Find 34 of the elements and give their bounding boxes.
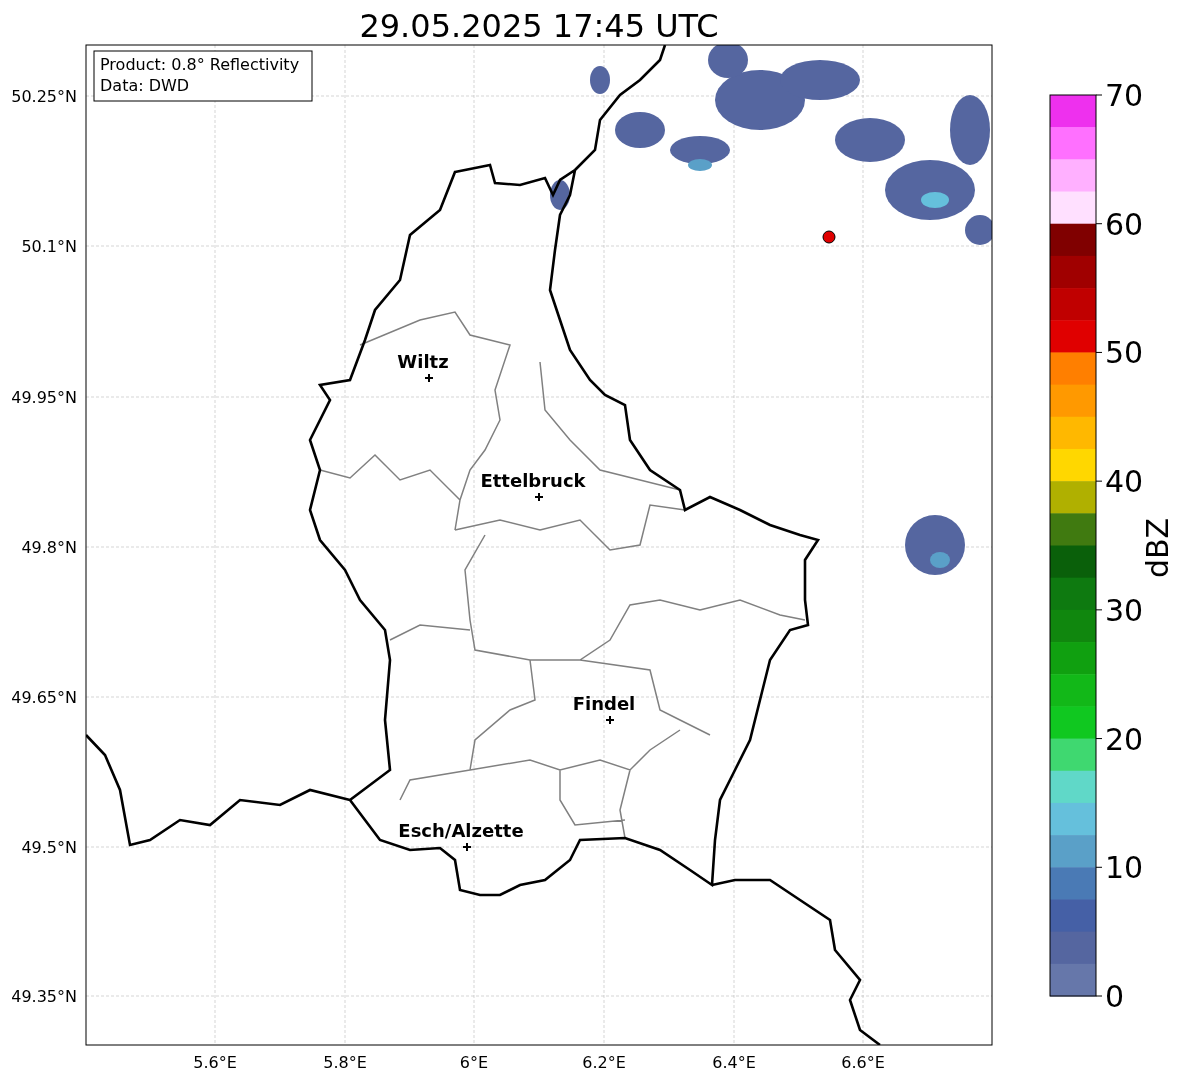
latitude-label: 49.5°N (21, 838, 77, 857)
latitude-label: 49.65°N (11, 688, 77, 707)
longitude-label: 6.2°E (582, 1053, 626, 1072)
colorbar-tick-label: 20 (1105, 721, 1144, 757)
longitude-label: 6°E (459, 1053, 489, 1072)
city-marker-icon (424, 373, 434, 383)
longitude-label: 5.6°E (193, 1053, 237, 1072)
info-text: Data: DWD (100, 76, 190, 95)
colorbar-tick-label: 40 (1105, 464, 1144, 500)
info-text: Product: 0.8° Reflectivity (100, 55, 300, 74)
longitude-label: 6.4°E (712, 1053, 756, 1072)
colorbar-tick-label: 10 (1105, 850, 1144, 886)
colorbar-tick-label: 30 (1105, 592, 1144, 628)
latitude-label: 49.8°N (21, 538, 77, 557)
city-label: Ettelbruck (480, 470, 586, 491)
colorbar-tick-label: 60 (1105, 206, 1144, 242)
city-marker-icon (462, 842, 472, 852)
colorbar-tick-label: 0 (1105, 979, 1125, 1014)
city-label: Esch/Alzette (398, 820, 524, 841)
latitude-label: 50.25°N (11, 87, 77, 106)
city-marker-icon (534, 492, 544, 502)
latitude-label: 49.95°N (11, 388, 77, 407)
city-marker-icon (605, 715, 615, 725)
city-label: Findel (572, 693, 636, 714)
longitude-label: 5.8°E (323, 1053, 367, 1072)
city-label: Wiltz (397, 351, 449, 372)
longitude-label: 6.6°E (841, 1053, 885, 1072)
colorbar-label: dBZ (1140, 517, 1175, 579)
map-title: 29.05.2025 17:45 UTC (359, 7, 719, 45)
latitude-label: 49.35°N (11, 987, 77, 1006)
latitude-label: 50.1°N (21, 237, 77, 256)
colorbar-tick-label: 70 (1105, 78, 1144, 113)
colorbar-tick-label: 50 (1105, 335, 1144, 371)
radar-site-marker (822, 230, 836, 244)
